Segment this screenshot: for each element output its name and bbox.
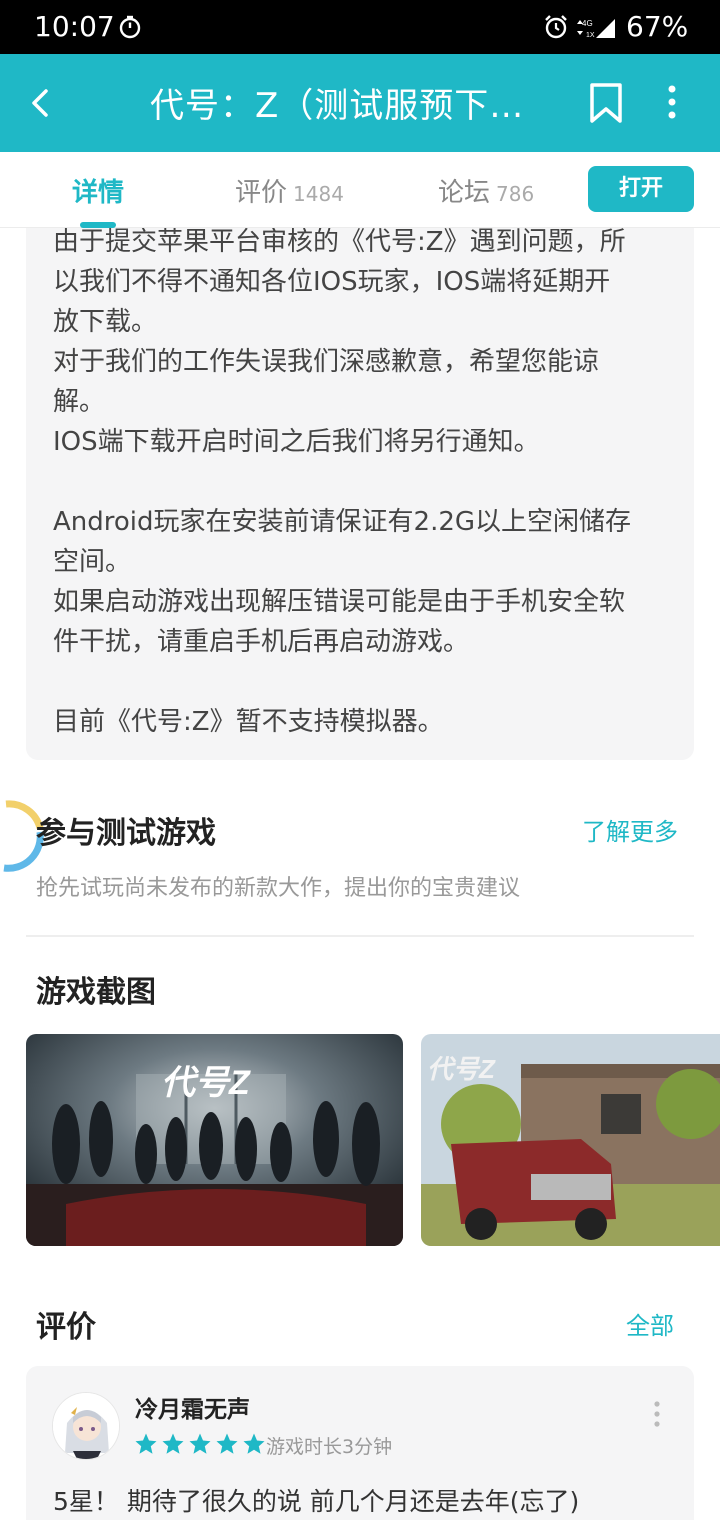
reviewer-name: 冷月霜无声 xyxy=(135,1397,250,1423)
back-icon[interactable] xyxy=(22,83,62,123)
bookmark-icon[interactable] xyxy=(586,81,626,125)
all-reviews-link[interactable]: 全部 xyxy=(626,1306,674,1341)
playtime: 游戏时长3分钟 xyxy=(266,1436,393,1458)
screenshot-2[interactable]: 代号Z xyxy=(421,1034,720,1246)
status-bar: 10:07 4G 1X 67% xyxy=(0,0,720,54)
description-card: 由于提交苹果平台审核的《代号:Z》遇到问题，所 以我们不得不通知各位IOS玩家，… xyxy=(26,228,694,760)
star-icon xyxy=(243,1433,265,1454)
tab-bar: 详情 评价 1484 论坛 786 打开 xyxy=(0,152,720,228)
tab-details[interactable]: 详情 xyxy=(72,172,124,209)
description-line: IOS端下载开启时间之后我们将另行通知。 xyxy=(53,427,540,457)
tab-count: 1484 xyxy=(293,182,344,206)
status-time: 10:07 xyxy=(34,10,115,43)
star-icon xyxy=(135,1433,157,1454)
description-line: 空间。 xyxy=(53,547,132,577)
description-line: 由于提交苹果平台审核的《代号:Z》遇到问题，所 xyxy=(53,228,626,257)
description-line: 件干扰，请重启手机后再启动游戏。 xyxy=(53,627,470,657)
screenshots-section-title: 游戏截图 xyxy=(36,975,156,1010)
screenshot-2-image: 代号Z xyxy=(421,1034,720,1246)
signal-icon: 4G 1X xyxy=(577,19,615,39)
star-icon xyxy=(216,1433,238,1454)
tab-reviews[interactable]: 评价 1484 xyxy=(235,172,344,209)
description-line: 解。 xyxy=(53,387,106,417)
game-logo: 代号Z xyxy=(161,1064,251,1102)
tab-label: 详情 xyxy=(72,178,125,208)
tab-count: 786 xyxy=(496,182,535,206)
star-icon xyxy=(162,1433,184,1454)
alarm-icon xyxy=(545,15,567,39)
page-title: 代号：Z（测试服预下… xyxy=(150,86,525,126)
game-logo: 代号Z xyxy=(427,1054,496,1084)
timer-icon xyxy=(119,15,141,39)
description-line: 如果启动游戏出现解压错误可能是由于手机安全软 xyxy=(53,587,626,617)
star-icon xyxy=(189,1433,211,1454)
description-line: 目前《代号:Z》暂不支持模拟器。 xyxy=(53,707,444,737)
review-more-icon[interactable] xyxy=(650,1400,664,1428)
more-vertical-icon[interactable] xyxy=(660,81,684,125)
description-line: 以我们不得不通知各位IOS玩家，IOS端将延期开 xyxy=(53,267,611,297)
app-bar: 代号：Z（测试服预下… xyxy=(0,54,720,152)
open-button[interactable]: 打开 xyxy=(588,166,694,212)
tab-forum[interactable]: 论坛 786 xyxy=(438,172,534,209)
review-text: 5星！ 期待了很久的说 前几个月还是去年(忘了) xyxy=(53,1487,580,1516)
description-line: 放下载。 xyxy=(53,307,158,337)
description-line: 对于我们的工作失误我们深感歉意，希望您能谅 xyxy=(53,347,600,377)
tab-label: 论坛 xyxy=(438,178,491,208)
star-rating xyxy=(134,1432,266,1456)
divider xyxy=(26,935,694,937)
beta-section-subtitle: 抢先试玩尚未发布的新款大作，提出你的宝贵建议 xyxy=(36,876,521,901)
avatar[interactable] xyxy=(52,1392,120,1460)
screenshot-1-image: 代号Z xyxy=(26,1034,403,1246)
tab-label: 评价 xyxy=(235,178,288,208)
reviews-section-title: 评价 xyxy=(36,1310,96,1345)
screenshot-1[interactable]: 代号Z xyxy=(26,1034,403,1246)
svg-text:1X: 1X xyxy=(586,32,595,39)
learn-more-link[interactable]: 了解更多 xyxy=(582,812,678,847)
description-line: Android玩家在安装前请保证有2.2G以上空闲储存 xyxy=(53,507,632,537)
beta-section-title: 参与测试游戏 xyxy=(36,816,216,851)
battery-level: 67% xyxy=(626,10,689,43)
network-label: 4G xyxy=(582,19,593,28)
review-card[interactable]: 冷月霜无声 游戏时长3分钟 5星！ 期待了很久的说 前几个月还是去年(忘了) xyxy=(26,1366,694,1520)
